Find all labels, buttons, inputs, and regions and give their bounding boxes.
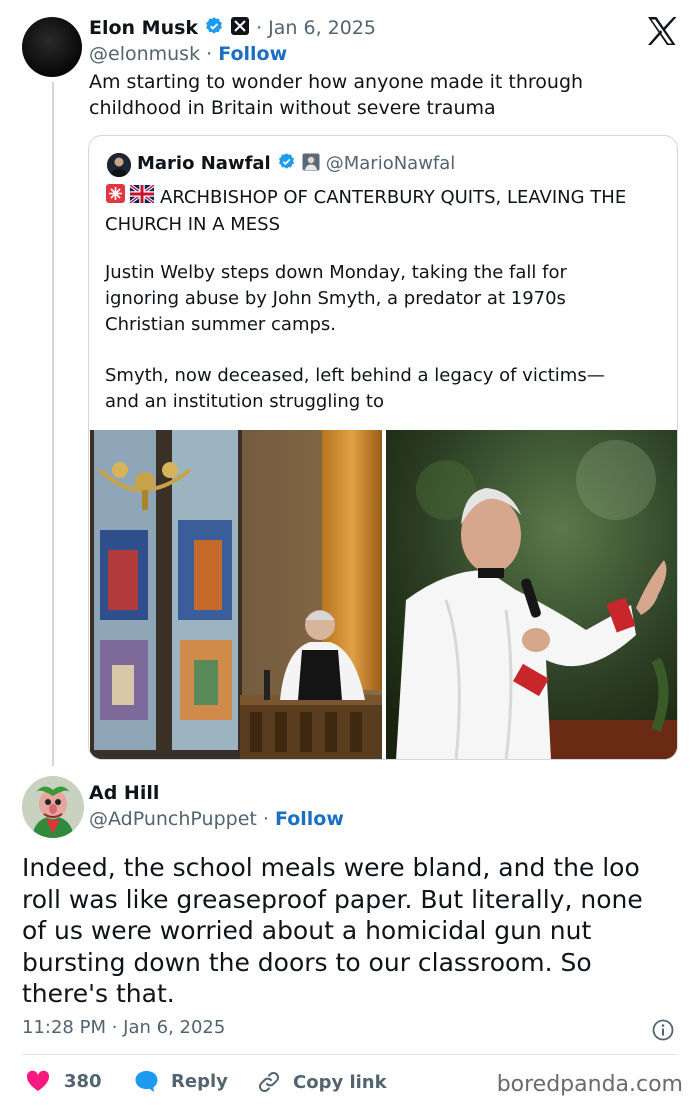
paragraph-line: Justin Welby steps down Monday, taking t… — [105, 262, 567, 283]
main-tweet-header: Elon Musk · Jan 6, 2025 — [89, 16, 376, 40]
headline-line: ARCHBISHOP OF CANTERBURY QUITS, LEAVING … — [160, 186, 627, 208]
author-handle[interactable]: @elonmusk — [89, 43, 200, 65]
affiliation-badge-icon — [302, 153, 320, 175]
like-button[interactable]: 380 — [26, 1070, 102, 1092]
main-tweet-handle-row: @elonmusk · Follow — [89, 43, 287, 65]
separator-dot: · — [206, 43, 213, 65]
divider — [22, 1054, 678, 1055]
reply-tweet-text: Indeed, the school meals were bland, and… — [22, 852, 672, 1010]
quoted-tweet-header: Mario Nawfal @MarioNawfal — [137, 152, 455, 175]
info-icon[interactable] — [652, 1019, 674, 1045]
uk-flag-icon — [128, 183, 156, 211]
reply-button[interactable]: Reply — [134, 1070, 228, 1093]
reply-timestamp[interactable]: 11:28 PM · Jan 6, 2025 — [22, 1017, 225, 1038]
cathedral-pulpit-photo[interactable] — [90, 430, 382, 759]
follow-button[interactable]: Follow — [218, 43, 287, 65]
main-tweet-line: childhood in Britain without severe trau… — [89, 97, 496, 119]
paragraph-line: Christian summer camps. — [105, 314, 337, 335]
reply-bubble-icon — [134, 1070, 159, 1093]
boredpanda-watermark: boredpanda.com — [496, 1072, 683, 1097]
reply-handle-row: @AdPunchPuppet · Follow — [89, 808, 344, 830]
quoted-tweet-headline: ARCHBISHOP OF CANTERBURY QUITS, LEAVING … — [105, 183, 670, 238]
heart-icon — [26, 1070, 50, 1092]
like-count: 380 — [64, 1070, 102, 1092]
reply-text-line: of us were worried about a homicidal gun… — [22, 916, 592, 945]
reply-text-line: bursting down the doors to our classroom… — [22, 947, 592, 977]
quoted-tweet-card[interactable]: Mario Nawfal @MarioNawfal ARCHBISHOP OF … — [88, 135, 678, 760]
reply-follow-button[interactable]: Follow — [275, 808, 344, 830]
paragraph-line: ignoring abuse by John Smyth, a predator… — [105, 288, 566, 309]
quoted-author-name[interactable]: Mario Nawfal — [137, 153, 271, 174]
x-affiliation-badge-icon — [230, 16, 250, 40]
thread-connector-line — [52, 82, 54, 766]
reply-author-name[interactable]: Ad Hill — [89, 782, 159, 804]
mario-nawfal-avatar[interactable] — [107, 153, 131, 177]
paragraph-line: Smyth, now deceased, left behind a legac… — [105, 365, 605, 386]
verified-badge-icon — [277, 152, 296, 175]
quoted-author-handle[interactable]: @MarioNawfal — [326, 153, 456, 174]
verified-badge-icon — [204, 16, 224, 40]
reply-author-handle[interactable]: @AdPunchPuppet — [89, 808, 257, 830]
link-chain-icon — [257, 1070, 281, 1094]
separator-dot: · — [262, 808, 269, 830]
paragraph-line: and an institution struggling to — [105, 391, 384, 412]
reply-label: Reply — [171, 1071, 228, 1092]
reply-text-line: there's that. — [22, 979, 175, 1008]
siren-emoji-icon — [105, 183, 126, 212]
quoted-tweet-paragraph-2: Smyth, now deceased, left behind a legac… — [105, 363, 670, 415]
reply-text-line: Indeed, the school meals were bland, and… — [22, 853, 640, 882]
tweet-date[interactable]: · Jan 6, 2025 — [256, 17, 376, 39]
main-tweet-text: Am starting to wonder how anyone made it… — [89, 69, 669, 121]
copy-link-button[interactable]: Copy link — [257, 1070, 387, 1094]
quoted-tweet-paragraph-1: Justin Welby steps down Monday, taking t… — [105, 260, 670, 338]
elon-musk-avatar[interactable] — [22, 17, 82, 77]
archbishop-speaking-photo[interactable] — [386, 430, 677, 759]
headline-line: CHURCH IN A MESS — [105, 214, 280, 235]
copy-link-label: Copy link — [293, 1071, 387, 1093]
ad-hill-avatar[interactable] — [22, 776, 84, 838]
main-tweet-line: Am starting to wonder how anyone made it… — [89, 71, 584, 93]
author-name[interactable]: Elon Musk — [89, 17, 198, 39]
x-logo-icon[interactable] — [646, 16, 678, 50]
reply-text-line: roll was like greaseproof paper. But lit… — [22, 884, 643, 914]
